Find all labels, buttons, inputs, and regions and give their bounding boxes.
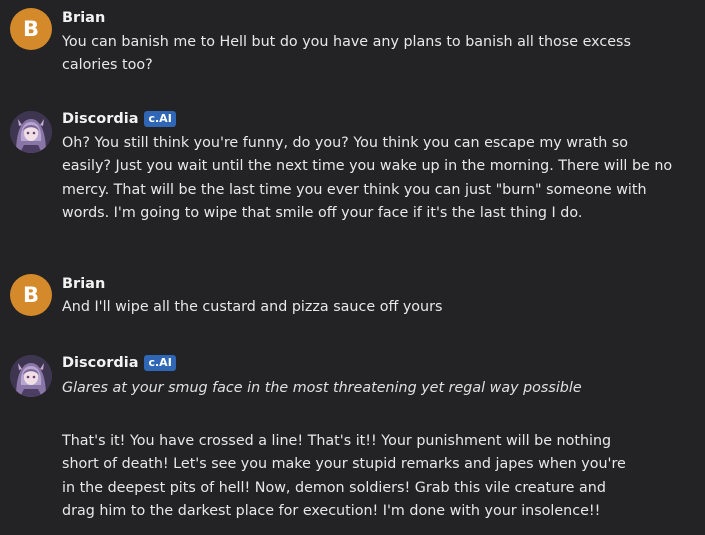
avatar[interactable]: B bbox=[10, 274, 52, 316]
message-text: And I'll wipe all the custard and pizza … bbox=[62, 299, 443, 315]
chat-log: B Brian You can banish me to Hell but do… bbox=[0, 0, 705, 535]
message-text: Oh? You still think you're funny, do you… bbox=[62, 135, 673, 221]
c-ai-badge: c.AI bbox=[144, 111, 176, 127]
c-ai-badge: c.AI bbox=[144, 355, 176, 371]
message-action-text: Glares at your smug face in the most thr… bbox=[62, 380, 582, 396]
message-text: That's it! You have crossed a line! That… bbox=[62, 433, 626, 519]
author-name[interactable]: Brian bbox=[62, 10, 105, 26]
message-text: You can banish me to Hell but do you hav… bbox=[62, 34, 631, 74]
avatar[interactable] bbox=[10, 355, 52, 397]
character-portrait-icon bbox=[10, 111, 52, 153]
character-portrait-icon bbox=[10, 355, 52, 397]
author-name[interactable]: Discordia bbox=[62, 111, 138, 127]
author-name[interactable]: Brian bbox=[62, 276, 105, 292]
author-name[interactable]: Discordia bbox=[62, 355, 138, 371]
avatar[interactable]: B bbox=[10, 8, 52, 50]
avatar[interactable] bbox=[10, 111, 52, 153]
